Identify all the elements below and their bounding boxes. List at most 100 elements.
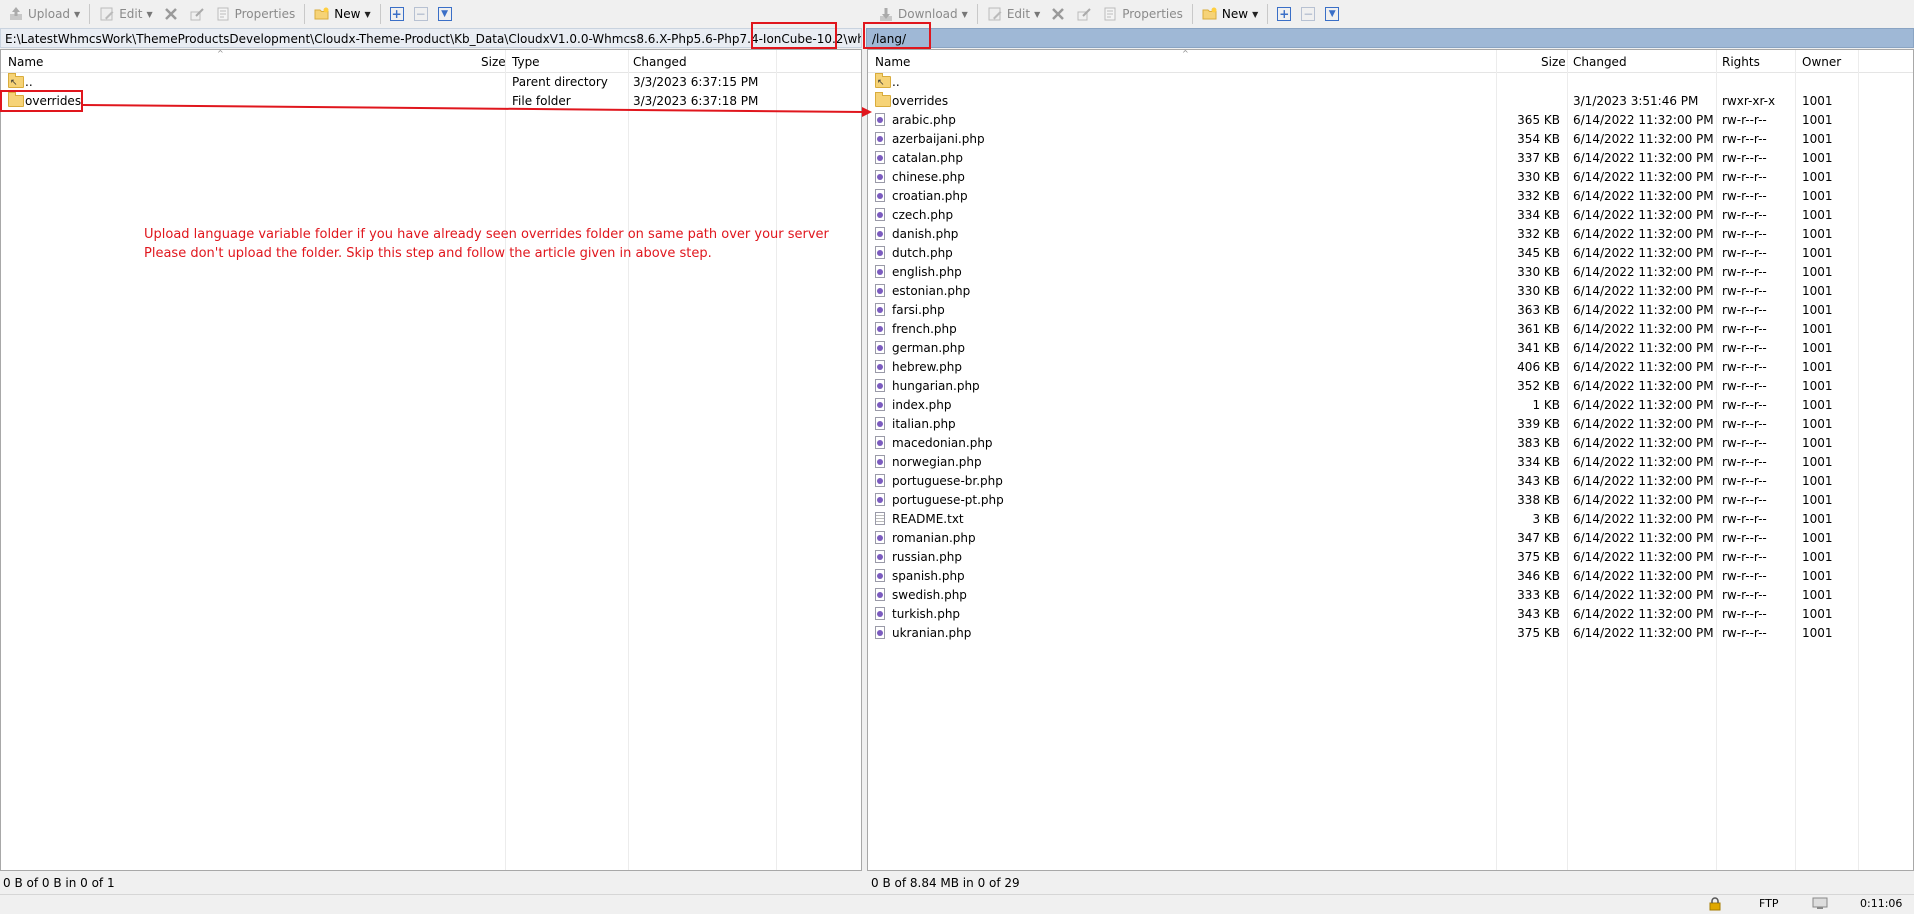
php-file-icon xyxy=(875,531,885,544)
list-item[interactable]: estonian.php 330 KB 6/14/2022 11:32:00 PM r… xyxy=(868,282,1913,301)
local-path-text: E:\LatestWhmcsWork\ThemeProductsDevelopm… xyxy=(5,32,862,46)
delete-button[interactable] xyxy=(159,3,183,25)
file-size: 383 KB xyxy=(1517,436,1560,450)
list-item[interactable]: ukranian.php 375 KB 6/14/2022 11:32:00 PM r… xyxy=(868,624,1913,643)
list-item[interactable]: spanish.php 346 KB 6/14/2022 11:32:00 PM rw… xyxy=(868,567,1913,586)
file-changed: 6/14/2022 11:32:00 PM xyxy=(1573,341,1714,355)
list-item[interactable]: .. xyxy=(868,72,1913,93)
file-rights: rw-r--r-- xyxy=(1722,341,1767,355)
column-changed[interactable]: Changed xyxy=(633,55,687,69)
file-changed: 3/3/2023 6:37:15 PM xyxy=(633,75,759,89)
delete-button[interactable] xyxy=(1046,3,1070,25)
list-item[interactable]: hebrew.php 406 KB 6/14/2022 11:32:00 PM rw-… xyxy=(868,358,1913,377)
local-path-bar[interactable]: E:\LatestWhmcsWork\ThemeProductsDevelopm… xyxy=(0,28,862,48)
list-item[interactable]: macedonian.php 383 KB 6/14/2022 11:32:00 P… xyxy=(868,434,1913,453)
column-rights[interactable]: Rights xyxy=(1722,55,1760,69)
list-item[interactable]: farsi.php 363 KB 6/14/2022 11:32:00 PM rw-r… xyxy=(868,301,1913,320)
file-rights: rw-r--r-- xyxy=(1722,436,1767,450)
list-item[interactable]: swedish.php 333 KB 6/14/2022 11:32:00 PM rw… xyxy=(868,586,1913,605)
list-item[interactable]: russian.php 375 KB 6/14/2022 11:32:00 PM rw… xyxy=(868,548,1913,567)
toolbar-divider xyxy=(304,4,306,24)
lock-icon xyxy=(1709,897,1721,914)
list-item[interactable]: .. Parent directory 3/3/2023 6:37:15 PM xyxy=(1,72,861,93)
file-type: File folder xyxy=(512,94,571,108)
list-item[interactable]: index.php 1 KB 6/14/2022 11:32:00 PM rw-r--… xyxy=(868,396,1913,415)
php-file-icon xyxy=(875,493,885,506)
collapse-icon[interactable]: − xyxy=(413,7,428,21)
upload-button[interactable]: Upload ▼ xyxy=(4,3,84,25)
rename-button[interactable] xyxy=(1072,3,1096,25)
file-rights: rw-r--r-- xyxy=(1722,493,1767,507)
column-type[interactable]: Type xyxy=(512,55,540,69)
list-item[interactable]: arabic.php 365 KB 6/14/2022 11:32:00 PM rw-… xyxy=(868,111,1913,130)
list-item[interactable]: portuguese-br.php 343 KB 6/14/2022 11:32:0… xyxy=(868,472,1913,491)
file-changed: 6/14/2022 11:32:00 PM xyxy=(1573,132,1714,146)
file-name: README.txt xyxy=(892,512,964,526)
file-owner: 1001 xyxy=(1802,265,1833,279)
file-changed: 6/14/2022 11:32:00 PM xyxy=(1573,303,1714,317)
list-item[interactable]: dutch.php 345 KB 6/14/2022 11:32:00 PM rw-r… xyxy=(868,244,1913,263)
chevron-down-icon[interactable]: ▼ xyxy=(74,10,80,19)
list-item[interactable]: french.php 361 KB 6/14/2022 11:32:00 PM rw-… xyxy=(868,320,1913,339)
remote-path-bar[interactable]: /lang/ xyxy=(866,28,1914,48)
file-rights: rw-r--r-- xyxy=(1722,284,1767,298)
list-item[interactable]: czech.php 334 KB 6/14/2022 11:32:00 PM rw-r… xyxy=(868,206,1913,225)
column-size[interactable]: Size xyxy=(1541,55,1566,69)
file-rights: rw-r--r-- xyxy=(1722,113,1767,127)
list-item[interactable]: german.php 341 KB 6/14/2022 11:32:00 PM rw-… xyxy=(868,339,1913,358)
file-changed: 6/14/2022 11:32:00 PM xyxy=(1573,113,1714,127)
list-item[interactable]: english.php 330 KB 6/14/2022 11:32:00 PM rw… xyxy=(868,263,1913,282)
properties-label: Properties xyxy=(1122,7,1183,21)
edit-button[interactable]: Edit ▼ xyxy=(95,3,156,25)
file-name: chinese.php xyxy=(892,170,965,184)
filter-icon[interactable]: ▼ xyxy=(1325,7,1340,21)
edit-button[interactable]: Edit ▼ xyxy=(983,3,1044,25)
file-owner: 1001 xyxy=(1802,531,1833,545)
new-label: New xyxy=(334,7,361,21)
expand-icon[interactable]: + xyxy=(389,7,404,21)
chevron-down-icon[interactable]: ▼ xyxy=(1034,10,1040,19)
list-item[interactable]: italian.php 339 KB 6/14/2022 11:32:00 PM rw… xyxy=(868,415,1913,434)
list-item[interactable]: overrides File folder 3/3/2023 6:37:18 P… xyxy=(1,91,861,111)
list-item[interactable]: norwegian.php 334 KB 6/14/2022 11:32:00 PM… xyxy=(868,453,1913,472)
local-file-list[interactable]: ^ Name Size Type Changed .. Parent direc… xyxy=(0,49,862,871)
file-name: macedonian.php xyxy=(892,436,993,450)
php-file-icon xyxy=(875,170,885,183)
column-size[interactable]: Size xyxy=(481,55,506,69)
rename-button[interactable] xyxy=(185,3,209,25)
new-button[interactable]: New ▼ xyxy=(1198,3,1262,25)
chevron-down-icon[interactable]: ▼ xyxy=(962,10,968,19)
chevron-down-icon[interactable]: ▼ xyxy=(1252,10,1258,19)
column-divider xyxy=(776,50,777,870)
file-owner: 1001 xyxy=(1802,417,1833,431)
properties-button[interactable]: Properties xyxy=(1098,3,1187,25)
column-name[interactable]: Name xyxy=(8,55,43,69)
list-item[interactable]: overrides 3/1/2023 3:51:46 PM rwxr-xr-x 100… xyxy=(868,91,1913,111)
chevron-down-icon[interactable]: ▼ xyxy=(364,10,370,19)
column-owner[interactable]: Owner xyxy=(1802,55,1841,69)
sort-ascending-icon: ^ xyxy=(1182,49,1189,58)
list-item[interactable]: croatian.php 332 KB 6/14/2022 11:32:00 PM r… xyxy=(868,187,1913,206)
properties-button[interactable]: Properties xyxy=(211,3,300,25)
expand-icon[interactable]: + xyxy=(1277,7,1292,21)
filter-icon[interactable]: ▼ xyxy=(437,7,452,21)
new-button[interactable]: New ▼ xyxy=(310,3,374,25)
list-item[interactable]: portuguese-pt.php 338 KB 6/14/2022 11:32:0… xyxy=(868,491,1913,510)
file-name: dutch.php xyxy=(892,246,953,260)
annotation-box-remote-path xyxy=(863,22,931,49)
chevron-down-icon[interactable]: ▼ xyxy=(146,10,152,19)
column-changed[interactable]: Changed xyxy=(1573,55,1627,69)
file-name: turkish.php xyxy=(892,607,961,621)
column-name[interactable]: Name xyxy=(875,55,910,69)
list-item[interactable]: README.txt 3 KB 6/14/2022 11:32:00 PM rw-r-… xyxy=(868,510,1913,529)
list-item[interactable]: danish.php 332 KB 6/14/2022 11:32:00 PM rw-… xyxy=(868,225,1913,244)
list-item[interactable]: azerbaijani.php 354 KB 6/14/2022 11:32:00 … xyxy=(868,130,1913,149)
list-item[interactable]: turkish.php 343 KB 6/14/2022 11:32:00 PM rw… xyxy=(868,605,1913,624)
collapse-icon[interactable]: − xyxy=(1301,7,1316,21)
remote-file-list[interactable]: ^ Name Size Changed Rights Owner .. overr… xyxy=(867,49,1914,871)
toolbar-divider xyxy=(1267,4,1269,24)
list-item[interactable]: chinese.php 330 KB 6/14/2022 11:32:00 PM rw… xyxy=(868,168,1913,187)
list-item[interactable]: catalan.php 337 KB 6/14/2022 11:32:00 PM rw… xyxy=(868,149,1913,168)
list-item[interactable]: hungarian.php 352 KB 6/14/2022 11:32:00 PM… xyxy=(868,377,1913,396)
list-item[interactable]: romanian.php 347 KB 6/14/2022 11:32:00 PM r… xyxy=(868,529,1913,548)
